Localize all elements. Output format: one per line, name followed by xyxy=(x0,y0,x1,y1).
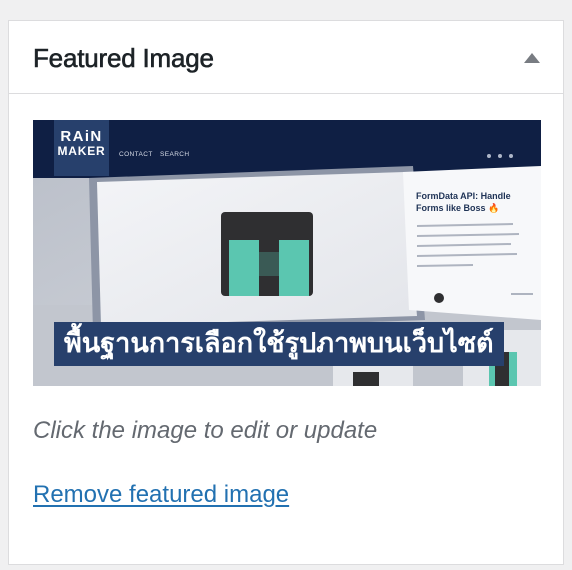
remove-featured-image-link[interactable]: Remove featured image xyxy=(33,481,289,509)
caret-up-icon xyxy=(524,53,540,63)
featured-image-panel: Featured Image RAiN MAKER CONTACT SEARCH… xyxy=(8,20,564,565)
edit-hint-text: Click the image to edit or update xyxy=(33,417,378,444)
panel-toggle-button[interactable] xyxy=(519,45,545,71)
panel-title: Featured Image xyxy=(33,43,215,74)
side-card-title: FormData API: Handle Forms like Boss 🔥 xyxy=(416,191,511,213)
panel-header: Featured Image xyxy=(9,21,563,94)
thumbnail-caption: พื้นฐานการเลือกใช้รูปภาพบนเว็บไซต์ xyxy=(54,322,504,366)
featured-image-thumbnail[interactable]: RAiN MAKER CONTACT SEARCH FormData API: … xyxy=(33,120,541,386)
brand-logo: RAiN MAKER xyxy=(54,120,109,176)
nav-search-text: SEARCH xyxy=(160,151,190,158)
nav-contact-text: CONTACT xyxy=(119,151,153,158)
